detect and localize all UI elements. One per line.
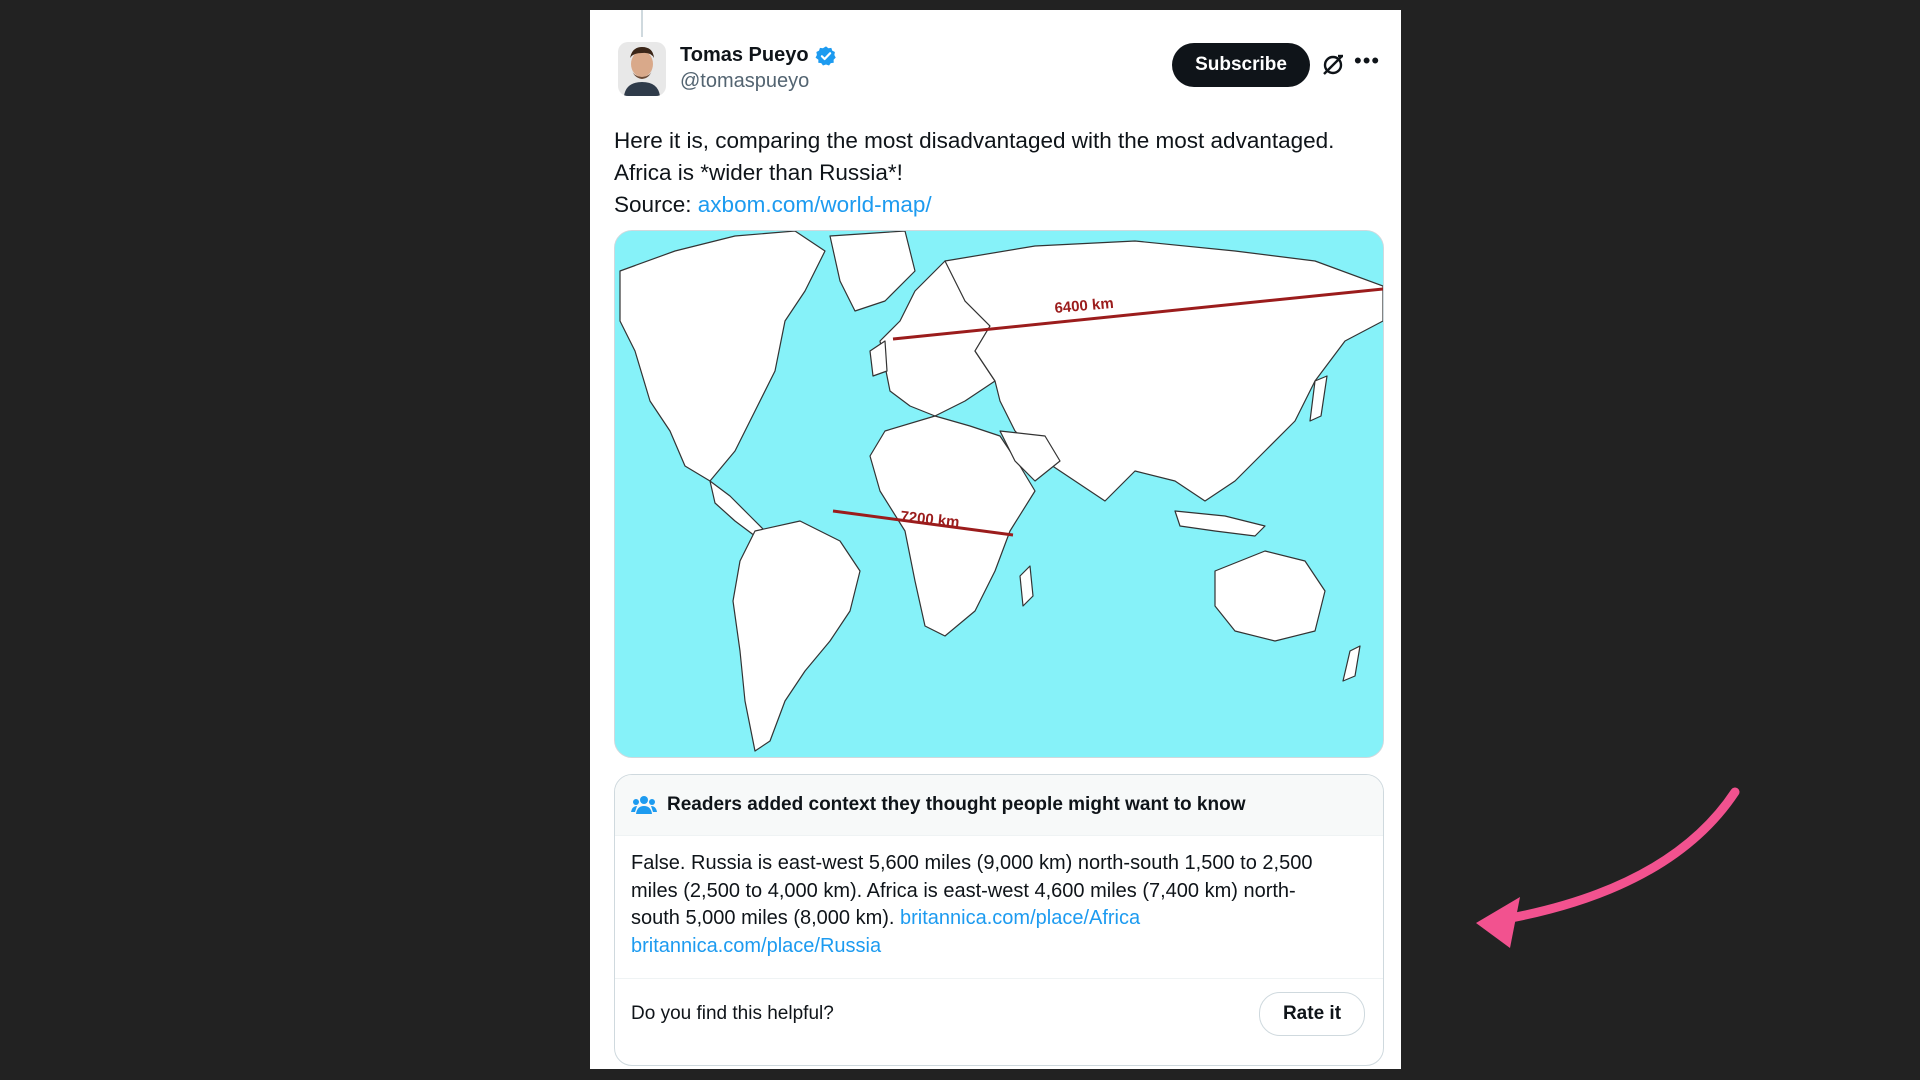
britannica-africa-link[interactable]: britannica.com/place/Africa [900, 907, 1140, 929]
world-map-image[interactable]: 6400 km 7200 km [614, 230, 1384, 758]
subscribe-button[interactable]: Subscribe [1172, 43, 1310, 87]
community-note-header: Readers added context they thought peopl… [615, 775, 1383, 836]
more-options-icon[interactable]: ••• [1354, 50, 1380, 72]
tweet-text-line: Here it is, comparing the most disadvant… [614, 128, 1335, 153]
tweet-text: Here it is, comparing the most disadvant… [614, 125, 1394, 221]
community-note-body: False. Russia is east-west 5,600 miles (… [615, 836, 1383, 979]
thread-connector-line [641, 10, 643, 37]
tweet-text-line: Africa is *wider than Russia*! [614, 160, 903, 185]
tweet-card: Tomas Pueyo @tomaspueyo Subscribe ••• He… [590, 10, 1401, 1069]
helpful-question: Do you find this helpful? [631, 1003, 834, 1024]
verified-badge-icon [815, 45, 836, 66]
rate-it-button[interactable]: Rate it [1259, 992, 1365, 1036]
avatar[interactable] [618, 42, 666, 96]
note-body-line: miles (2,500 to 4,000 km). Africa is eas… [631, 879, 1296, 902]
community-note: Readers added context they thought peopl… [614, 774, 1384, 1066]
britannica-russia-link[interactable]: britannica.com/place/Russia [631, 935, 881, 957]
people-icon [631, 796, 657, 814]
handle[interactable]: @tomaspueyo [680, 70, 809, 93]
community-note-footer: Do you find this helpful? Rate it [615, 977, 1383, 1065]
pink-arrow-annotation [1476, 787, 1740, 948]
note-body-line: south 5,000 miles (8,000 km). [631, 907, 901, 929]
source-link[interactable]: axbom.com/world-map/ [698, 192, 932, 217]
community-note-title: Readers added context they thought peopl… [667, 794, 1246, 815]
note-body-line: False. Russia is east-west 5,600 miles (… [631, 852, 1313, 874]
display-name[interactable]: Tomas Pueyo [680, 44, 809, 67]
source-prefix: Source: [614, 192, 698, 217]
grok-icon[interactable] [1320, 52, 1346, 78]
